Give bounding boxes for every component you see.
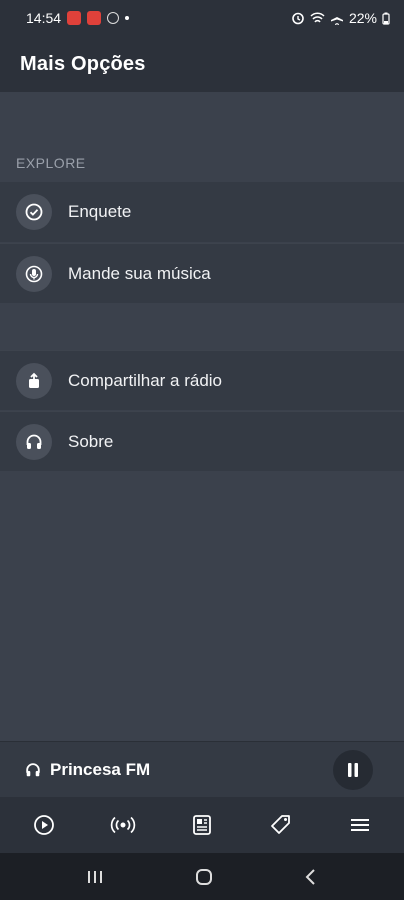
home-icon[interactable] bbox=[195, 868, 213, 886]
broadcast-icon bbox=[110, 816, 135, 834]
tab-live[interactable] bbox=[93, 797, 153, 853]
airplane-icon bbox=[330, 12, 343, 25]
pause-icon bbox=[348, 763, 358, 777]
accessibility-icon bbox=[107, 12, 120, 24]
tab-player[interactable] bbox=[14, 797, 74, 853]
menu-label-sobre: Sobre bbox=[68, 431, 114, 451]
status-time: 14:54 bbox=[26, 10, 62, 26]
tab-news[interactable] bbox=[172, 797, 232, 853]
microphone-icon bbox=[16, 255, 52, 292]
station-name: Princesa FM bbox=[50, 759, 151, 779]
status-left: 14:54 bbox=[26, 10, 130, 26]
menu-item-compartilhar[interactable]: Compartilhar a rádio bbox=[0, 350, 404, 410]
status-right: 22% bbox=[291, 10, 390, 26]
menu-label-enquete: Enquete bbox=[68, 202, 132, 221]
headphones-icon bbox=[16, 423, 52, 460]
menu-item-sobre[interactable]: Sobre bbox=[0, 411, 404, 471]
tag-icon bbox=[271, 815, 291, 834]
app-header: Mais Opções bbox=[0, 36, 404, 92]
page-title: Mais Opções bbox=[20, 52, 146, 75]
menu-label-mande-sua-musica: Mande sua música bbox=[68, 263, 211, 283]
news-icon bbox=[193, 815, 211, 835]
more-notifications-icon bbox=[125, 16, 130, 20]
tab-more[interactable] bbox=[330, 797, 390, 853]
battery-percent: 22% bbox=[348, 10, 377, 26]
menu-item-enquete[interactable]: Enquete bbox=[0, 182, 404, 242]
battery-icon bbox=[382, 12, 390, 25]
alarm-icon bbox=[292, 12, 304, 25]
check-circle-icon bbox=[16, 194, 52, 230]
bottom-tab-bar bbox=[0, 797, 404, 853]
section-label-explore: EXPLORE bbox=[16, 155, 86, 171]
menu-item-mande-sua-musica[interactable]: Mande sua música bbox=[0, 243, 404, 303]
tab-promotions[interactable] bbox=[251, 797, 311, 853]
status-bar: 14:54 22% bbox=[0, 0, 404, 36]
system-navigation-bar bbox=[0, 853, 404, 900]
share-icon bbox=[16, 362, 52, 399]
menu-icon bbox=[351, 819, 370, 831]
app-notification-icon bbox=[67, 11, 82, 25]
play-icon bbox=[33, 815, 54, 835]
pause-button[interactable] bbox=[333, 750, 373, 790]
wifi-icon bbox=[310, 11, 325, 23]
menu-label-compartilhar: Compartilhar a rádio bbox=[68, 370, 223, 390]
mini-player[interactable]: Princesa FM bbox=[0, 741, 404, 797]
recent-apps-icon[interactable] bbox=[86, 869, 104, 885]
headphones-icon bbox=[26, 762, 40, 776]
app-notification-icon-2 bbox=[87, 11, 102, 25]
back-icon[interactable] bbox=[304, 868, 318, 886]
